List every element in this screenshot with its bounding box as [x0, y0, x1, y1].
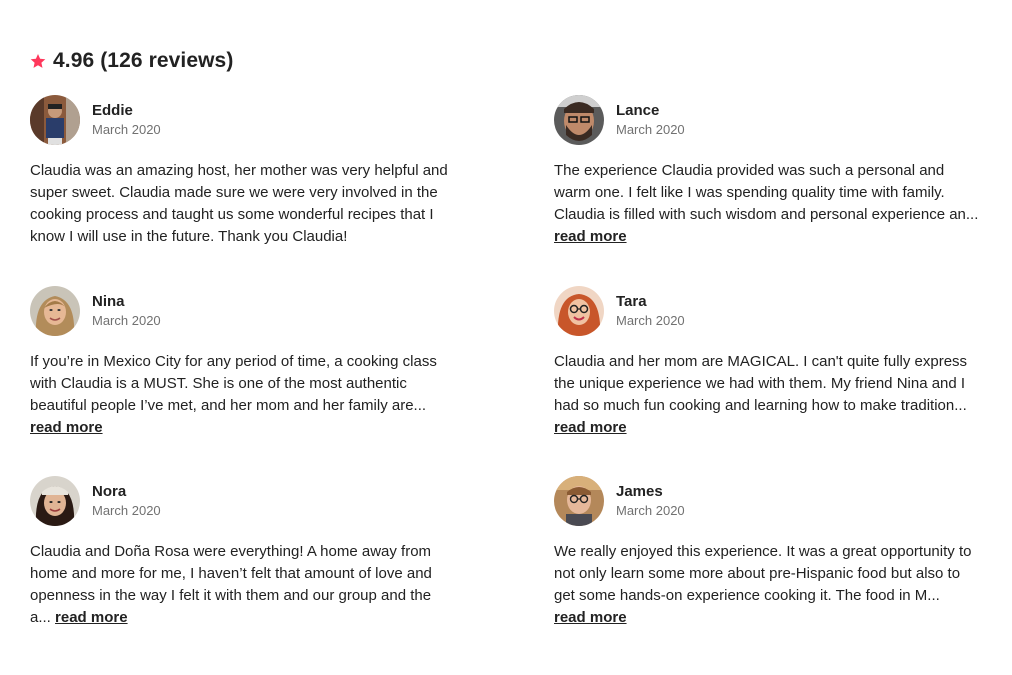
rating-score: 4.96 (126 reviews) — [53, 49, 234, 72]
reviewer-name: James — [616, 483, 663, 500]
avatar[interactable] — [30, 286, 80, 336]
review-date: March 2020 — [616, 122, 685, 137]
avatar[interactable] — [30, 95, 80, 145]
review-card: Tara March 2020 Claudia and her mom are … — [554, 285, 979, 439]
review-date: March 2020 — [616, 313, 685, 328]
read-more-link[interactable]: read more — [554, 607, 979, 629]
read-more-link[interactable]: read more — [30, 417, 455, 439]
review-date: March 2020 — [92, 313, 161, 328]
review-card: Lance March 2020 The experience Claudia … — [554, 94, 979, 248]
review-card: Eddie March 2020 Claudia was an amazing … — [30, 94, 455, 248]
review-text: Claudia and her mom are MAGICAL. I can't… — [554, 351, 979, 439]
avatar[interactable] — [554, 95, 604, 145]
rating-summary: 4.96 (126 reviews) — [30, 46, 233, 76]
review-card: James March 2020 We really enjoyed this … — [554, 475, 979, 629]
avatar[interactable] — [554, 286, 604, 336]
reviewer-name: Nina — [92, 293, 125, 310]
reviewer-name: Tara — [616, 293, 647, 310]
review-card: Nora March 2020 Claudia and Doña Rosa we… — [30, 475, 455, 629]
review-text-content: We really enjoyed this experience. It wa… — [554, 543, 972, 604]
review-text-content: If you’re in Mexico City for any period … — [30, 353, 437, 414]
review-card: Nina March 2020 If you’re in Mexico City… — [30, 285, 455, 439]
review-date: March 2020 — [616, 503, 685, 518]
read-more-link[interactable]: read more — [55, 609, 128, 626]
star-icon — [30, 54, 46, 68]
review-text: We really enjoyed this experience. It wa… — [554, 541, 979, 629]
read-more-link[interactable]: read more — [554, 417, 979, 439]
review-text: Claudia was an amazing host, her mother … — [30, 162, 448, 245]
avatar[interactable] — [554, 476, 604, 526]
review-date: March 2020 — [92, 503, 161, 518]
read-more-link[interactable]: read more — [554, 226, 979, 248]
review-text-content: The experience Claudia provided was such… — [554, 162, 979, 223]
avatar[interactable] — [30, 476, 80, 526]
review-text: Claudia and Doña Rosa were everything! A… — [30, 541, 455, 629]
reviewer-name: Lance — [616, 102, 660, 119]
review-date: March 2020 — [92, 122, 161, 137]
review-text-content: Claudia and her mom are MAGICAL. I can't… — [554, 353, 968, 414]
review-text: The experience Claudia provided was such… — [554, 160, 979, 248]
reviewer-name: Eddie — [92, 102, 133, 119]
review-text: If you’re in Mexico City for any period … — [30, 351, 455, 439]
reviewer-name: Nora — [92, 483, 127, 500]
